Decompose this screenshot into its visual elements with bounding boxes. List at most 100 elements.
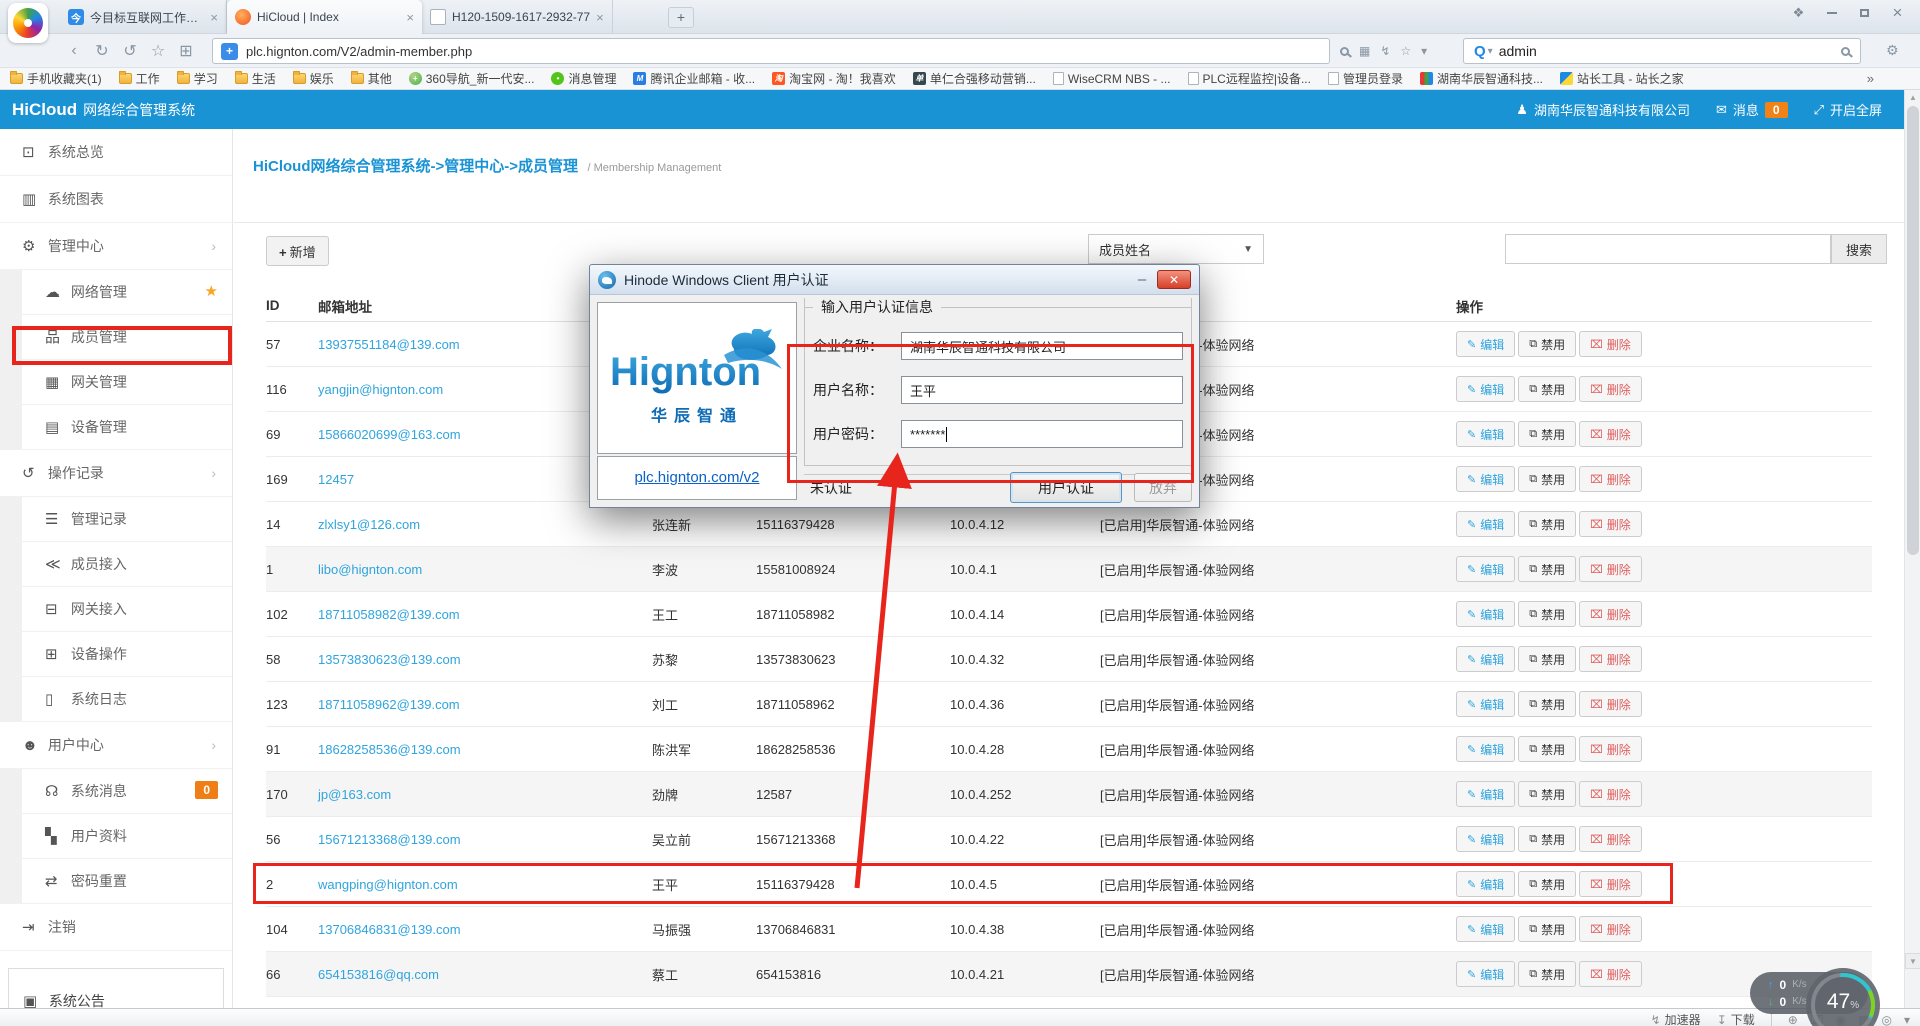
sidebar-item[interactable]: ☰ 管理记录 bbox=[0, 497, 232, 542]
table-row[interactable]: 123 18711058962@139.com 刘工 18711058962 1… bbox=[266, 682, 1872, 727]
bookmark-item[interactable]: M 腾讯企业邮箱 - 收... bbox=[633, 70, 755, 87]
member-email-link[interactable]: 13573830623@139.com bbox=[318, 652, 652, 667]
sidebar-item[interactable]: ▚ 用户资料 bbox=[0, 814, 232, 859]
sidebar-item[interactable]: ▯ 系统日志 bbox=[0, 677, 232, 722]
table-row[interactable]: 170 jp@163.com 劲牌 12587 10.0.4.252 [已启用]… bbox=[266, 772, 1872, 817]
tab-close-icon[interactable]: × bbox=[406, 10, 414, 25]
url-input[interactable]: + plc.hignton.com/V2/admin-member.php bbox=[212, 38, 1330, 64]
sidebar-item[interactable]: ▦ 网关管理 bbox=[0, 360, 232, 405]
bookmark-item[interactable]: 站长工具 - 站长之家 bbox=[1560, 70, 1684, 87]
row-action-button[interactable]: ⌧删除 bbox=[1579, 466, 1642, 492]
scroll-down-icon[interactable]: ▼ bbox=[1905, 953, 1920, 969]
row-action-button[interactable]: ⧉禁用 bbox=[1518, 376, 1576, 402]
dialog-minimize-icon[interactable]: – bbox=[1127, 271, 1157, 288]
bookmark-item[interactable]: + 360导航_新一代安... bbox=[409, 70, 535, 87]
row-action-button[interactable]: ⌧删除 bbox=[1579, 601, 1642, 627]
table-row[interactable]: 91 18628258536@139.com 陈洪军 18628258536 1… bbox=[266, 727, 1872, 772]
fullscreen-button[interactable]: ⤢开启全屏 bbox=[1814, 100, 1882, 119]
close-icon[interactable]: × bbox=[1883, 2, 1912, 24]
member-email-link[interactable]: zlxlsy1@126.com bbox=[318, 517, 652, 532]
row-action-button[interactable]: ✎编辑 bbox=[1456, 331, 1515, 357]
tab-close-icon[interactable]: × bbox=[596, 10, 604, 25]
row-action-button[interactable]: ✎编辑 bbox=[1456, 511, 1515, 537]
table-row[interactable]: 58 13573830623@139.com 苏黎 13573830623 10… bbox=[266, 637, 1872, 682]
scroll-up-icon[interactable]: ▲ bbox=[1905, 90, 1920, 106]
bookmark-item[interactable]: 管理员登录 bbox=[1328, 70, 1403, 87]
row-action-button[interactable]: ⧉禁用 bbox=[1518, 556, 1576, 582]
minimize-icon[interactable] bbox=[1817, 2, 1846, 24]
statusbar-tool-icon[interactable]: ▾ bbox=[1904, 1013, 1910, 1026]
row-action-button[interactable]: ✎编辑 bbox=[1456, 826, 1515, 852]
row-action-button[interactable]: ⧉禁用 bbox=[1518, 781, 1576, 807]
member-email-link[interactable]: 13706846831@139.com bbox=[318, 922, 652, 937]
download-button[interactable]: ↧下载 bbox=[1717, 1011, 1755, 1026]
bookmark-item[interactable]: 工作 bbox=[119, 70, 160, 87]
browser-tab[interactable]: H120-1509-1617-2932-77 × bbox=[422, 0, 613, 34]
member-email-link[interactable]: 654153816@qq.com bbox=[318, 967, 652, 982]
row-action-button[interactable]: ⌧删除 bbox=[1579, 781, 1642, 807]
row-action-button[interactable]: ✎编辑 bbox=[1456, 556, 1515, 582]
member-email-link[interactable]: 18628258536@139.com bbox=[318, 742, 652, 757]
sidebar-item-announcement[interactable]: ▣ 系统公告 bbox=[8, 968, 224, 1008]
member-email-link[interactable]: jp@163.com bbox=[318, 787, 652, 802]
row-action-button[interactable]: ⌧删除 bbox=[1579, 331, 1642, 357]
table-row[interactable]: 102 18711058982@139.com 王工 18711058982 1… bbox=[266, 592, 1872, 637]
row-action-button[interactable]: ✎编辑 bbox=[1456, 376, 1515, 402]
tab-close-icon[interactable]: × bbox=[210, 10, 218, 25]
sidebar-item[interactable]: ☻ 用户中心 › bbox=[0, 722, 232, 769]
bookmark-item[interactable]: 生活 bbox=[235, 70, 276, 87]
scrollbar-thumb[interactable] bbox=[1907, 106, 1919, 555]
qr-code-icon[interactable]: ▦ bbox=[1359, 44, 1370, 58]
sidebar-item[interactable]: ⇄ 密码重置 bbox=[0, 859, 232, 904]
field-input[interactable]: 王平 bbox=[901, 376, 1183, 404]
table-row[interactable]: 14 zlxlsy1@126.com 张连新 15116379428 10.0.… bbox=[266, 502, 1872, 547]
authenticate-button[interactable]: 用户认证 bbox=[1010, 472, 1122, 503]
row-action-button[interactable]: ⌧删除 bbox=[1579, 376, 1642, 402]
sidebar-item[interactable]: ⊞ 设备操作 bbox=[0, 632, 232, 677]
bookmark-item[interactable]: • 消息管理 bbox=[551, 70, 616, 87]
field-input[interactable]: 湖南华辰智通科技有限公司 bbox=[901, 332, 1183, 360]
history-icon[interactable]: ↺ bbox=[116, 41, 144, 61]
row-action-button[interactable]: ✎编辑 bbox=[1456, 601, 1515, 627]
member-search-input[interactable] bbox=[1505, 234, 1831, 264]
row-action-button[interactable]: ✎编辑 bbox=[1456, 961, 1515, 987]
dialog-close-icon[interactable]: ✕ bbox=[1157, 270, 1191, 289]
search-input[interactable]: Q▾ admin bbox=[1463, 38, 1861, 64]
row-action-button[interactable]: ⧉禁用 bbox=[1518, 871, 1576, 897]
zoom-icon[interactable] bbox=[1340, 47, 1349, 56]
row-action-button[interactable]: ⧉禁用 bbox=[1518, 466, 1576, 492]
sidebar-item[interactable]: ⊟ 网关接入 bbox=[0, 587, 232, 632]
browser-tab[interactable]: 今 今目标互联网工作平台 × bbox=[60, 0, 227, 34]
sidebar-item[interactable]: ▥ 系统图表 bbox=[0, 176, 232, 223]
row-action-button[interactable]: ⌧删除 bbox=[1579, 961, 1642, 987]
sidebar-item[interactable]: ▤ 设备管理 bbox=[0, 405, 232, 450]
bookmark-item[interactable]: 湖南华辰智通科技... bbox=[1420, 70, 1543, 87]
sidebar-item[interactable]: ⊡ 系统总览 bbox=[0, 129, 232, 176]
table-row[interactable]: 56 15671213368@139.com 吴立前 15671213368 1… bbox=[266, 817, 1872, 862]
scrollbar[interactable]: ▲ ▼ bbox=[1904, 90, 1920, 1008]
browser-logo[interactable] bbox=[8, 3, 48, 43]
row-action-button[interactable]: ✎编辑 bbox=[1456, 916, 1515, 942]
table-row[interactable]: 2 wangping@hignton.com 王平 15116379428 10… bbox=[266, 862, 1872, 907]
bookmark-item[interactable]: 淘 淘宝网 - 淘！我喜欢 bbox=[772, 70, 896, 87]
row-action-button[interactable]: ⌧删除 bbox=[1579, 691, 1642, 717]
member-email-link[interactable]: 18711058982@139.com bbox=[318, 607, 652, 622]
filter-select[interactable]: 成员姓名 ▼ bbox=[1088, 234, 1264, 264]
messages-menu[interactable]: ✉消息0 bbox=[1716, 100, 1788, 119]
sidebar-item[interactable]: ≪ 成员接入 bbox=[0, 542, 232, 587]
browser-tab[interactable]: HiCloud | Index × bbox=[227, 0, 422, 34]
sidebar-item[interactable]: ☁ 网络管理 ★ bbox=[0, 270, 232, 315]
hignton-link[interactable]: plc.hignton.com/v2 bbox=[634, 469, 759, 486]
row-action-button[interactable]: ⌧删除 bbox=[1579, 556, 1642, 582]
sidebar-item[interactable]: ⇥ 注销 bbox=[0, 904, 232, 951]
sidebar-item[interactable]: 品 成员管理 bbox=[0, 315, 232, 360]
row-action-button[interactable]: ⌧删除 bbox=[1579, 511, 1642, 537]
row-action-button[interactable]: ⧉禁用 bbox=[1518, 691, 1576, 717]
row-action-button[interactable]: ⧉禁用 bbox=[1518, 961, 1576, 987]
row-action-button[interactable]: ✎编辑 bbox=[1456, 646, 1515, 672]
row-action-button[interactable]: ✎编辑 bbox=[1456, 691, 1515, 717]
bookmark-item[interactable]: 单 单仁合强移动营销... bbox=[913, 70, 1036, 87]
refresh-icon[interactable]: ↻ bbox=[88, 41, 116, 61]
member-email-link[interactable]: wangping@hignton.com bbox=[318, 877, 652, 892]
new-tab-button[interactable]: + bbox=[668, 7, 694, 28]
